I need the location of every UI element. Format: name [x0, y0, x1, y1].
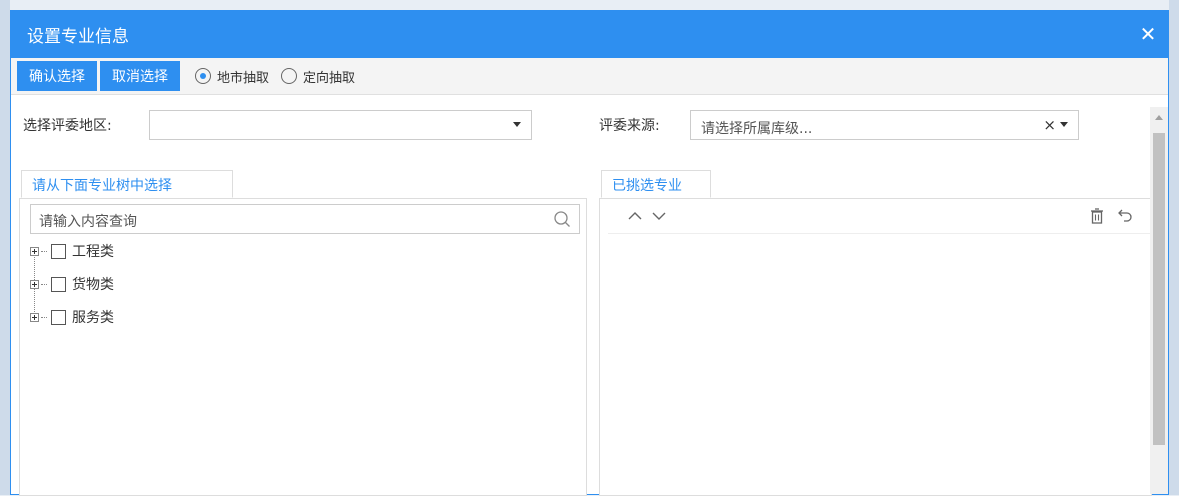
tab-selected-specialties[interactable]: 已挑选专业: [601, 170, 711, 198]
dialog-titlebar: 设置专业信息 ✕: [11, 11, 1168, 58]
background-right-edge: [1169, 0, 1179, 495]
tree-node-label: 货物类: [72, 277, 114, 293]
caret-down-icon: [513, 122, 521, 127]
source-placeholder: 请选择所属库级...: [701, 121, 813, 137]
toolbar: 确认选择 取消选择 地市抽取 定向抽取: [11, 58, 1168, 95]
undo-icon[interactable]: [1116, 207, 1134, 225]
left-panel: 请输入内容查询 工程类 货物类 服务类: [19, 199, 587, 496]
search-icon[interactable]: [553, 210, 571, 228]
tree-dots: [41, 250, 47, 252]
radio-selected-icon[interactable]: [195, 68, 211, 84]
settings-dialog: 设置专业信息 ✕ 确认选择 取消选择 地市抽取 定向抽取 选择评委地区: 评委来…: [10, 10, 1169, 496]
expand-icon[interactable]: [30, 246, 39, 256]
checkbox[interactable]: [51, 243, 66, 259]
scroll-up-icon[interactable]: [1155, 115, 1163, 120]
tab-specialty-tree[interactable]: 请从下面专业树中选择: [21, 170, 233, 198]
right-panel-divider: [608, 233, 1151, 234]
source-select[interactable]: 请选择所属库级... ×: [690, 110, 1079, 140]
source-label: 评委来源:: [599, 118, 660, 134]
radio-label: 定向抽取: [303, 70, 356, 86]
trash-icon[interactable]: [1088, 207, 1106, 225]
right-panel: [599, 199, 1152, 496]
dialog-title: 设置专业信息: [27, 27, 129, 47]
tree-dots: [41, 283, 47, 285]
chevron-up-icon[interactable]: [626, 207, 644, 225]
tree-search-input[interactable]: 请输入内容查询: [30, 204, 580, 234]
radio-unselected-icon[interactable]: [281, 68, 298, 84]
chevron-down-icon[interactable]: [650, 207, 668, 225]
region-label: 选择评委地区:: [23, 118, 112, 134]
confirm-button[interactable]: 确认选择: [17, 61, 97, 91]
background-left-edge: [0, 0, 10, 495]
tree-node-label: 服务类: [72, 310, 114, 326]
radio-directed-extract[interactable]: 定向抽取: [281, 67, 355, 86]
caret-down-icon: [1060, 122, 1068, 127]
expand-icon[interactable]: [30, 279, 39, 289]
tree-node[interactable]: 工程类: [30, 241, 114, 261]
clear-icon[interactable]: ×: [1043, 116, 1056, 134]
checkbox[interactable]: [51, 309, 66, 325]
close-icon[interactable]: ✕: [1138, 24, 1158, 44]
vertical-scrollbar[interactable]: [1150, 107, 1168, 494]
scrollbar-thumb[interactable]: [1153, 133, 1165, 445]
tree-dots: [41, 316, 47, 318]
tree-node[interactable]: 服务类: [30, 307, 114, 327]
tree-node[interactable]: 货物类: [30, 274, 114, 294]
tree-node-label: 工程类: [72, 244, 114, 260]
cancel-button[interactable]: 取消选择: [100, 61, 180, 91]
checkbox[interactable]: [51, 276, 66, 292]
region-select[interactable]: [149, 110, 532, 140]
radio-city-extract[interactable]: 地市抽取: [195, 67, 269, 86]
radio-label: 地市抽取: [217, 70, 270, 86]
search-placeholder: 请输入内容查询: [39, 214, 137, 230]
expand-icon[interactable]: [30, 312, 39, 322]
